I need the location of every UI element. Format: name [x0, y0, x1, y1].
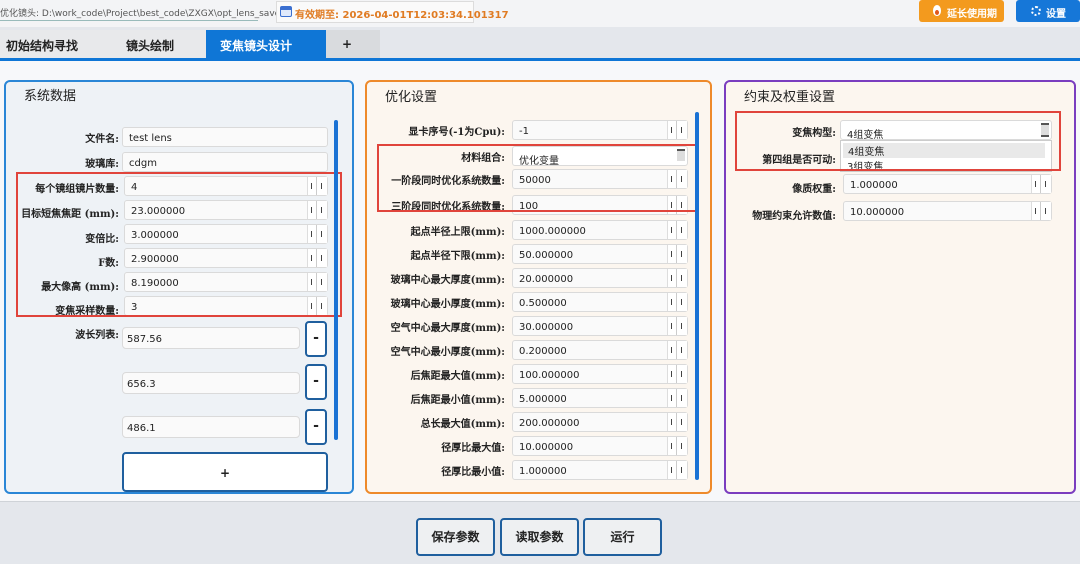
filename-input[interactable]: test lens — [122, 127, 328, 147]
field-label: 径厚比最小值: — [441, 467, 505, 478]
field-label: 空气中心最大厚度(mm): — [390, 323, 505, 334]
optimization-stepper[interactable]: 5.000000 — [512, 388, 688, 408]
gear-icon — [1031, 6, 1041, 16]
remove-wavelength-button[interactable]: - — [305, 321, 327, 357]
load-params-button[interactable]: 读取参数 — [500, 518, 579, 556]
extend-usage-label: 延长使用期 — [947, 9, 997, 20]
path-underline — [0, 20, 258, 21]
stepper-arrows[interactable] — [667, 413, 687, 431]
add-tab-button[interactable]: + — [326, 30, 380, 58]
highlight-box — [377, 144, 699, 212]
optimization-stepper[interactable]: 0.500000 — [512, 292, 688, 312]
settings-button[interactable]: 设置 — [1016, 0, 1080, 22]
field-label: 总长最大值(mm): — [420, 419, 505, 430]
highlight-box — [735, 111, 1061, 171]
wavelength-input[interactable]: 587.56 — [122, 327, 300, 349]
validity-label: 有效期至: 2026-04-01T12:03:34.101317 — [295, 10, 509, 21]
add-wavelength-button[interactable]: + — [122, 452, 328, 492]
validity-box: 有效期至: 2026-04-01T12:03:34.101317 — [276, 1, 509, 23]
stepper-arrows[interactable] — [667, 389, 687, 407]
tab-label: 变焦镜头设计 — [220, 39, 293, 53]
field-label: 玻璃库: — [85, 159, 119, 170]
field-label: 玻璃中心最大厚度(mm): — [390, 275, 505, 286]
optimization-stepper[interactable]: 10.000000 — [512, 436, 688, 456]
calendar-icon — [280, 6, 292, 17]
optimization-stepper[interactable]: 1.000000 — [512, 460, 688, 480]
stepper-arrows[interactable] — [667, 437, 687, 455]
run-button[interactable]: 运行 — [583, 518, 662, 556]
flame-icon — [933, 5, 941, 16]
field-label: 显卡序号(-1为Cpu): — [408, 127, 505, 138]
optimization-stepper[interactable]: 20.000000 — [512, 268, 688, 288]
optimization-stepper[interactable]: 0.200000 — [512, 340, 688, 360]
field-label: 径厚比最大值: — [441, 443, 505, 454]
field-label: 文件名: — [85, 134, 119, 145]
optimization-stepper[interactable]: 30.000000 — [512, 316, 688, 336]
field-label: 波长列表: — [75, 330, 119, 341]
constraints-title: 约束及权重设置 — [744, 90, 836, 105]
settings-label: 设置 — [1046, 9, 1066, 20]
stepper-arrows[interactable] — [667, 245, 687, 263]
project-path-label: 优化镜头: D:\work_code\Project\best_code\ZXG… — [0, 9, 281, 19]
optimization-stepper[interactable]: -1 — [512, 120, 688, 140]
wavelength-input[interactable]: 656.3 — [122, 372, 300, 394]
wavelength-input[interactable]: 486.1 — [122, 416, 300, 438]
tab-zoom-lens-design[interactable]: 变焦镜头设计 — [206, 30, 326, 58]
tab-label: + — [342, 37, 353, 51]
highlight-box — [16, 172, 342, 317]
optimization-stepper[interactable]: 200.000000 — [512, 412, 688, 432]
field-label: 像质权重: — [792, 184, 836, 195]
tab-lens-drawing[interactable]: 镜头绘制 — [108, 30, 206, 58]
stepper-arrows[interactable] — [667, 461, 687, 479]
stepper-arrows[interactable] — [1031, 175, 1051, 193]
system-data-title: 系统数据 — [24, 89, 77, 104]
optimization-stepper[interactable]: 50.000000 — [512, 244, 688, 264]
tab-label: 初始结构寻找 — [6, 39, 79, 53]
field-label: 起点半径下限(mm): — [410, 251, 505, 262]
tab-initial-structure[interactable]: 初始结构寻找 — [0, 30, 108, 58]
field-label: 玻璃中心最小厚度(mm): — [390, 299, 505, 310]
field-label: 起点半径上限(mm): — [410, 227, 505, 238]
stepper-arrows[interactable] — [667, 317, 687, 335]
physical-constraint-stepper[interactable]: 10.000000 — [843, 201, 1052, 221]
glass-library-input[interactable]: cdgm — [122, 152, 328, 172]
stepper-arrows[interactable] — [667, 365, 687, 383]
optimization-stepper[interactable]: 100.000000 — [512, 364, 688, 384]
tab-label: 镜头绘制 — [126, 39, 175, 53]
remove-wavelength-button[interactable]: - — [305, 409, 327, 445]
stepper-arrows[interactable] — [667, 269, 687, 287]
field-label: 物理约束允许数值: — [752, 211, 836, 222]
stepper-arrows[interactable] — [667, 341, 687, 359]
system-panel-scrollbar[interactable] — [334, 120, 338, 440]
stepper-arrows[interactable] — [667, 121, 687, 139]
save-params-button[interactable]: 保存参数 — [416, 518, 495, 556]
stepper-arrows[interactable] — [1031, 202, 1051, 220]
tab-bar: 初始结构寻找 镜头绘制 变焦镜头设计 + — [0, 30, 1080, 58]
extend-usage-button[interactable]: 延长使用期 — [919, 0, 1004, 22]
field-label: 空气中心最小厚度(mm): — [390, 347, 505, 358]
optimization-panel-scrollbar[interactable] — [695, 112, 699, 480]
stepper-arrows[interactable] — [667, 293, 687, 311]
optimization-title: 优化设置 — [385, 90, 438, 105]
field-label: 后焦距最大值(mm): — [410, 371, 505, 382]
image-quality-weight-stepper[interactable]: 1.000000 — [843, 174, 1052, 194]
remove-wavelength-button[interactable]: - — [305, 364, 327, 400]
field-label: 后焦距最小值(mm): — [410, 395, 505, 406]
top-bar: 优化镜头: D:\work_code\Project\best_code\ZXG… — [0, 0, 1080, 27]
optimization-stepper[interactable]: 1000.000000 — [512, 220, 688, 240]
stepper-arrows[interactable] — [667, 221, 687, 239]
